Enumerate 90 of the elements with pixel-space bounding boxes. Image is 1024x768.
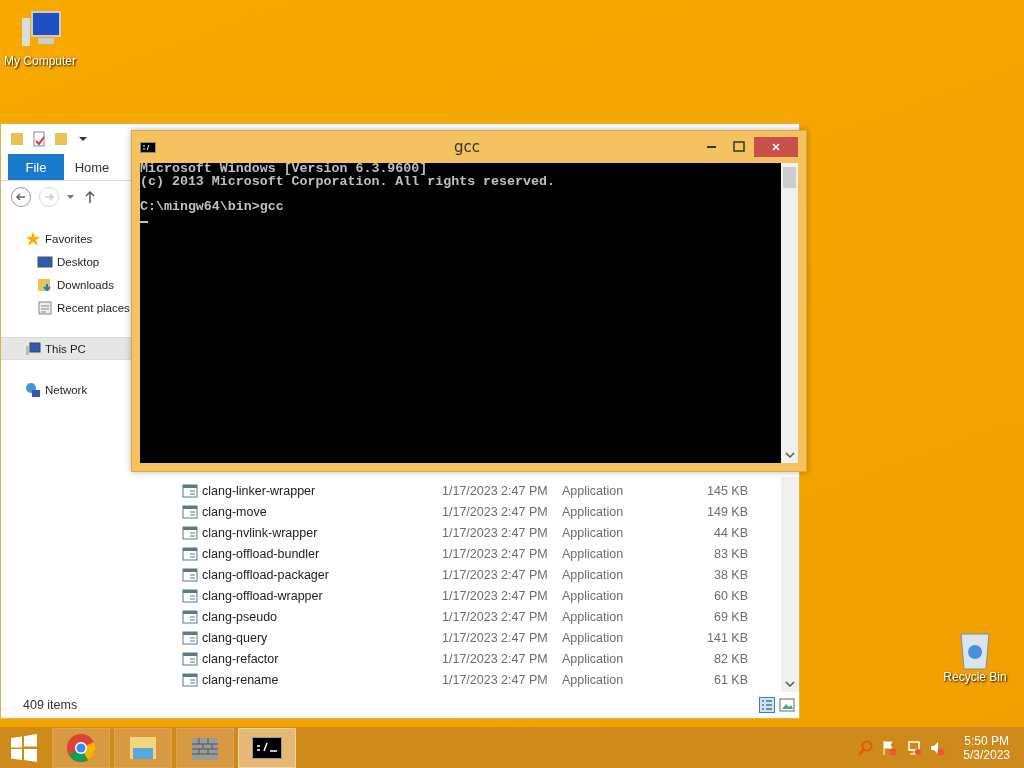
computer-icon: [25, 340, 41, 357]
folder-download-icon: [37, 276, 53, 293]
navigation-item[interactable]: Favorites: [1, 227, 131, 250]
console-output-line: (c) 2013 Microsoft Corporation. All rights reserved.: [140, 175, 556, 188]
application-icon: [182, 608, 198, 625]
navigation-item[interactable]: Desktop: [1, 250, 131, 273]
file-date: 1/17/2023 2:47 PM: [442, 567, 549, 582]
file-date: 1/17/2023 2:47 PM: [442, 483, 549, 498]
taskbar-button[interactable]: [238, 727, 296, 768]
file-type: Application: [562, 651, 625, 666]
minimize-icon: [706, 146, 716, 148]
file-type: Application: [562, 483, 625, 498]
navigation-item[interactable]: Recent places: [1, 296, 131, 319]
file-name[interactable]: clang-move: [198, 504, 442, 519]
item-count: 409 items: [23, 698, 78, 712]
properties-icon: [31, 131, 47, 147]
file-name[interactable]: clang-linker-wrapper: [198, 483, 442, 498]
application-icon: [182, 629, 198, 646]
file-size: 44 KB: [712, 525, 748, 540]
chrome-icon: [66, 732, 96, 763]
file-type: Application: [562, 588, 625, 603]
network-error-icon: [905, 739, 922, 756]
file-date: 1/17/2023 2:47 PM: [442, 672, 549, 687]
file-name[interactable]: clang-rename: [198, 672, 442, 687]
desktop-icon: [37, 253, 53, 270]
file-date: 1/17/2023 2:47 PM: [442, 525, 549, 540]
application-icon: [182, 650, 198, 667]
flag-error-icon: [881, 739, 898, 756]
star-icon: [25, 230, 41, 247]
network-icon: [25, 381, 41, 398]
magnifier-icon: [857, 739, 874, 756]
navigation-item[interactable]: Downloads: [1, 273, 131, 296]
details-view-icon: [759, 697, 775, 713]
close-button[interactable]: [754, 137, 798, 157]
file-type: Application: [562, 609, 625, 624]
thumbnails-view-icon: [779, 697, 795, 713]
file-name[interactable]: clang-pseudo: [198, 609, 442, 624]
recent-places-icon: [37, 299, 53, 316]
file-type: Application: [562, 567, 625, 582]
file-tab[interactable]: File: [8, 154, 64, 180]
file-date: 1/17/2023 2:47 PM: [442, 630, 549, 645]
command-prompt[interactable]: C:\mingw64\bin>gcc: [140, 200, 781, 213]
windows-logo-icon: [10, 733, 38, 762]
dropdown-icon[interactable]: [67, 195, 74, 199]
file-name[interactable]: clang-offload-packager: [198, 567, 442, 582]
console-output-line: Microsoft Windows [Version 6.3.9600]: [140, 163, 429, 176]
file-name[interactable]: clang-query: [198, 630, 442, 645]
maximize-icon: [731, 139, 747, 155]
text-cursor: [140, 221, 148, 223]
navigation-item[interactable]: Network: [1, 378, 131, 401]
application-icon: [182, 671, 198, 688]
file-type: Application: [562, 525, 625, 540]
file-type: Application: [562, 546, 625, 561]
file-size: 82 KB: [712, 651, 748, 666]
file-date: 1/17/2023 2:47 PM: [442, 504, 549, 519]
navigation-item[interactable]: This PC: [1, 337, 131, 360]
file-size: 83 KB: [712, 546, 748, 561]
file-date: 1/17/2023 2:47 PM: [442, 546, 549, 561]
scrollbar[interactable]: [781, 163, 798, 463]
file-type: Application: [562, 630, 625, 645]
file-date: 1/17/2023 2:47 PM: [442, 588, 549, 603]
file-name[interactable]: clang-offload-bundler: [198, 546, 442, 561]
recycle-bin-icon[interactable]: [957, 630, 993, 670]
file-size: 60 KB: [712, 588, 748, 603]
application-icon: [182, 587, 198, 604]
application-icon: [182, 503, 198, 520]
file-type: Application: [562, 504, 625, 519]
file-size: 61 KB: [712, 672, 748, 687]
application-icon: [182, 524, 198, 541]
console-icon: [252, 736, 282, 759]
window-title: gcc: [453, 138, 481, 156]
file-size: 141 KB: [706, 630, 748, 645]
application-icon: [182, 482, 198, 499]
file-date: 1/17/2023 2:47 PM: [442, 651, 549, 666]
file-date: 1/17/2023 2:47 PM: [442, 609, 549, 624]
console-icon: [140, 139, 156, 155]
file-size: 69 KB: [712, 609, 748, 624]
scrollbar[interactable]: [781, 477, 799, 692]
scrollbar-thumb[interactable]: [783, 167, 796, 188]
application-icon: [182, 545, 198, 562]
forward-button[interactable]: [39, 187, 59, 207]
file-name[interactable]: clang-nvlink-wrapper: [198, 525, 442, 540]
file-name[interactable]: clang-offload-wrapper: [198, 588, 442, 603]
application-icon: [182, 566, 198, 583]
back-button[interactable]: [11, 187, 31, 207]
file-size: 149 KB: [706, 504, 748, 519]
file-size: 145 KB: [706, 483, 748, 498]
file-size: 38 KB: [712, 567, 748, 582]
file-type: Application: [562, 672, 625, 687]
file-name[interactable]: clang-refactor: [198, 651, 442, 666]
